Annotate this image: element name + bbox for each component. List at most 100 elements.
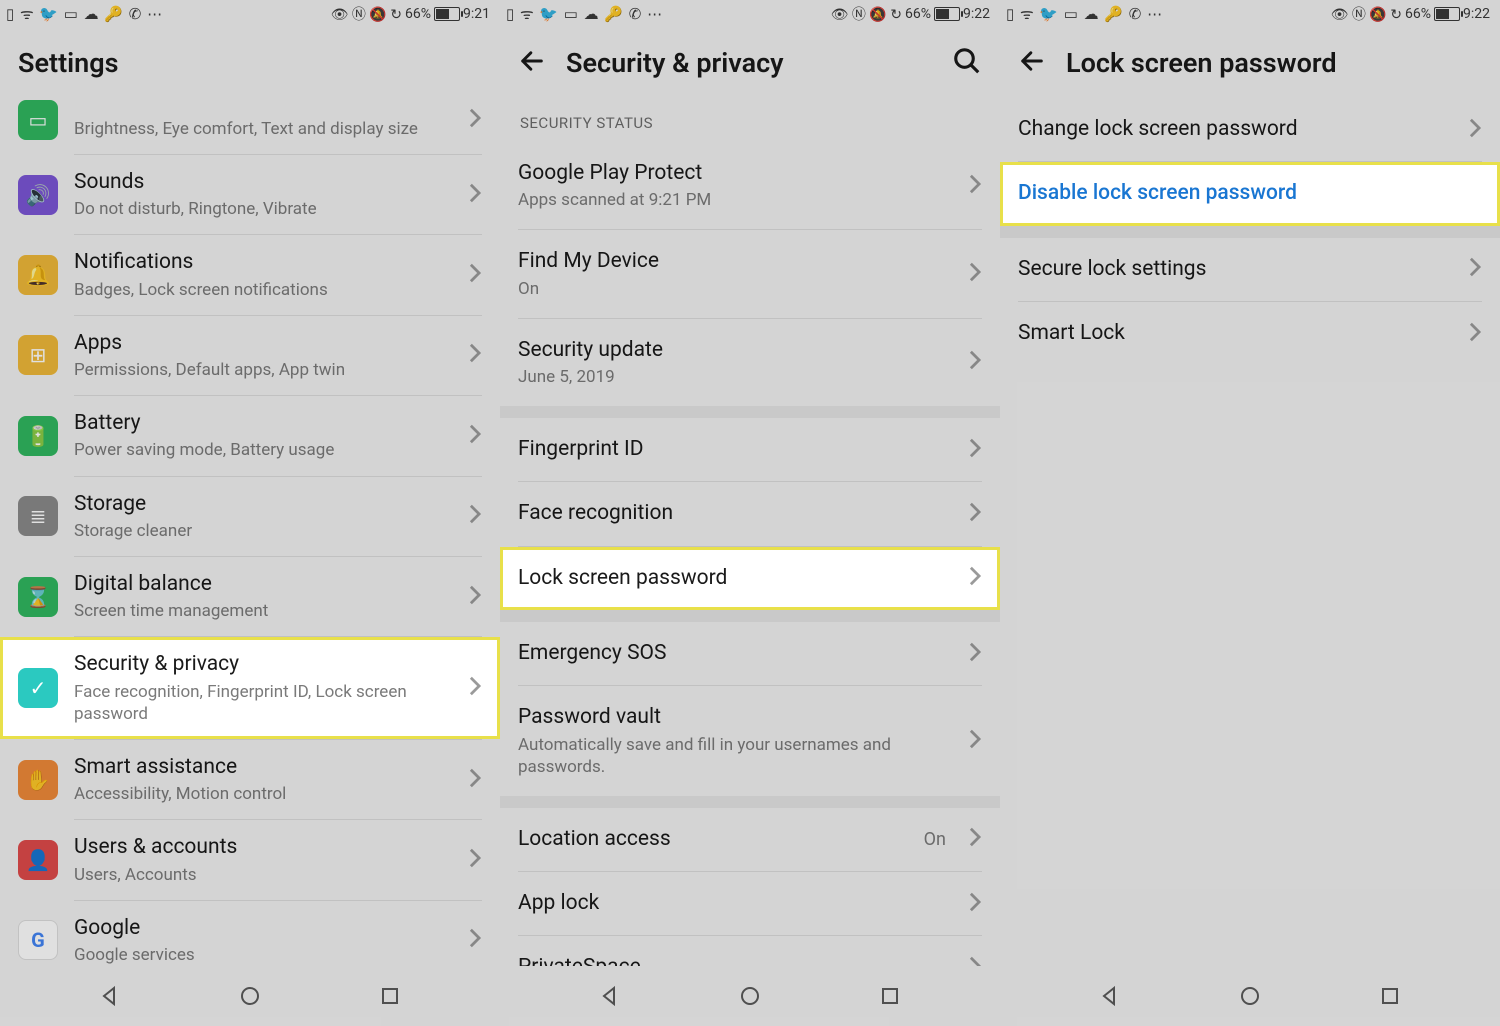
screen-lock-screen-password: ▯ ᯤ 🐦 ▭ ☁ 🔑 ✆ ⋯ 👁 Ⓝ 🔕 ↻ 66% 9:22 Lock sc… [1000,0,1500,1026]
row-title: Security update [518,337,952,364]
row-subtitle: Badges, Lock screen notifications [74,279,452,301]
row-disable-lock-password[interactable]: Disable lock screen password [1000,162,1500,225]
row-face-recognition[interactable]: Face recognition [500,482,1000,545]
storage-icon: ≣ [18,496,58,536]
row-security-update[interactable]: Security updateJune 5, 2019 [500,319,1000,406]
row-title: Sounds [74,169,452,196]
row-users-accounts[interactable]: 👤 Users & accountsUsers, Accounts [0,820,500,899]
nav-home[interactable] [234,980,266,1012]
chevron-right-icon [968,955,982,966]
row-security-privacy[interactable]: ✓ Security & privacyFace recognition, Fi… [0,637,500,738]
back-button[interactable] [518,47,546,79]
row-subtitle: Permissions, Default apps, App twin [74,359,452,381]
chevron-right-icon [968,501,982,527]
chevron-right-icon [968,641,982,667]
chevron-right-icon [968,173,982,199]
row-notifications[interactable]: 🔔 NotificationsBadges, Lock screen notif… [0,235,500,314]
row-change-lock-password[interactable]: Change lock screen password [1000,98,1500,161]
row-lock-screen-password[interactable]: Lock screen password [500,547,1000,610]
status-left-icons: ▯ ᯤ 🐦 ▭ ☁ 🔑 ✆ ⋯ [1006,4,1163,24]
page-title: Lock screen password [1066,47,1482,79]
row-app-lock[interactable]: App lock [500,872,1000,935]
row-sounds[interactable]: 🔊 SoundsDo not disturb, Ringtone, Vibrat… [0,155,500,234]
status-right-icons: 👁 Ⓝ 🔕 ↻ [831,4,902,24]
row-apps[interactable]: ⊞ AppsPermissions, Default apps, App twi… [0,316,500,395]
chevron-right-icon [468,675,482,701]
search-icon[interactable] [952,46,982,80]
row-subtitle: Apps scanned at 9:21 PM [518,189,952,211]
settings-list[interactable]: ▭ DisplayBrightness, Eye comfort, Text a… [0,86,500,966]
nav-recents[interactable] [374,980,406,1012]
chevron-right-icon [468,342,482,368]
row-title: Security & privacy [74,651,452,678]
row-password-vault[interactable]: Password vaultAutomatically save and fil… [500,686,1000,795]
nav-bar [500,966,1000,1026]
status-left-icons: ▯ ᯤ 🐦 ▭ ☁ 🔑 ✆ ⋯ [506,4,663,24]
nav-recents[interactable] [1374,980,1406,1012]
chevron-right-icon [468,767,482,793]
row-subtitle: Power saving mode, Battery usage [74,439,452,461]
chevron-right-icon [468,262,482,288]
row-emergency-sos[interactable]: Emergency SOS [500,622,1000,685]
security-list[interactable]: SECURITY STATUS Google Play ProtectApps … [500,98,1000,966]
row-subtitle: On [518,278,952,300]
row-display[interactable]: ▭ DisplayBrightness, Eye comfort, Text a… [0,86,500,154]
hand-icon: ✋ [18,760,58,800]
row-google[interactable]: G GoogleGoogle services [0,901,500,966]
row-subtitle: Face recognition, Fingerprint ID, Lock s… [74,681,452,725]
nav-back[interactable] [1094,980,1126,1012]
chevron-right-icon [968,437,982,463]
nav-back[interactable] [94,980,126,1012]
row-title: Disable lock screen password [1018,180,1482,207]
chevron-right-icon [1468,256,1482,282]
row-smart-assistance[interactable]: ✋ Smart assistanceAccessibility, Motion … [0,740,500,819]
chevron-right-icon [468,107,482,133]
status-bar: ▯ ᯤ 🐦 ▭ ☁ 🔑 ✆ ⋯ 👁 Ⓝ 🔕 ↻ 66% 9:21 [0,0,500,28]
row-title: Smart Lock [1018,320,1452,347]
battery-icon [1434,7,1460,21]
chevron-right-icon [468,927,482,953]
row-battery[interactable]: 🔋 BatteryPower saving mode, Battery usag… [0,396,500,475]
nav-recents[interactable] [874,980,906,1012]
status-left-icons: ▯ ᯤ 🐦 ▭ ☁ 🔑 ✆ ⋯ [6,4,163,24]
row-subtitle: Automatically save and fill in your user… [518,734,952,778]
page-title: Settings [18,47,482,79]
lock-password-list[interactable]: Change lock screen password Disable lock… [1000,98,1500,966]
chevron-right-icon [468,503,482,529]
google-icon: G [18,920,58,960]
chevron-right-icon [968,891,982,917]
header: Security & privacy [500,28,1000,98]
chevron-right-icon [968,261,982,287]
row-digital-balance[interactable]: ⌛ Digital balanceScreen time management [0,557,500,636]
row-subtitle: Accessibility, Motion control [74,783,452,805]
clock: 9:22 [1463,6,1490,22]
row-storage[interactable]: ≣ StorageStorage cleaner [0,477,500,556]
nav-bar [1000,966,1500,1026]
row-find-my-device[interactable]: Find My DeviceOn [500,230,1000,317]
row-play-protect[interactable]: Google Play ProtectApps scanned at 9:21 … [500,142,1000,229]
nav-home[interactable] [734,980,766,1012]
row-title: Users & accounts [74,834,452,861]
row-subtitle: Users, Accounts [74,864,452,886]
status-right-icons: 👁 Ⓝ 🔕 ↻ [331,4,402,24]
display-icon: ▭ [18,100,58,140]
nav-back[interactable] [594,980,626,1012]
row-title: Secure lock settings [1018,256,1452,283]
back-button[interactable] [1018,47,1046,79]
row-location-access[interactable]: Location access On [500,808,1000,871]
row-title: Apps [74,330,452,357]
chevron-right-icon [1468,117,1482,143]
row-subtitle: Storage cleaner [74,520,452,542]
row-title: Smart assistance [74,754,452,781]
row-fingerprint-id[interactable]: Fingerprint ID [500,418,1000,481]
battery-percent: 66% [405,6,431,22]
row-privatespace[interactable]: PrivateSpace [500,936,1000,966]
nav-home[interactable] [1234,980,1266,1012]
status-right-icons: 👁 Ⓝ 🔕 ↻ [1331,4,1402,24]
chevron-right-icon [468,847,482,873]
nav-bar [0,966,500,1026]
row-smart-lock[interactable]: Smart Lock [1000,302,1500,365]
row-secure-lock-settings[interactable]: Secure lock settings [1000,238,1500,301]
row-title: PrivateSpace [518,954,952,966]
row-title: Google [74,915,452,942]
